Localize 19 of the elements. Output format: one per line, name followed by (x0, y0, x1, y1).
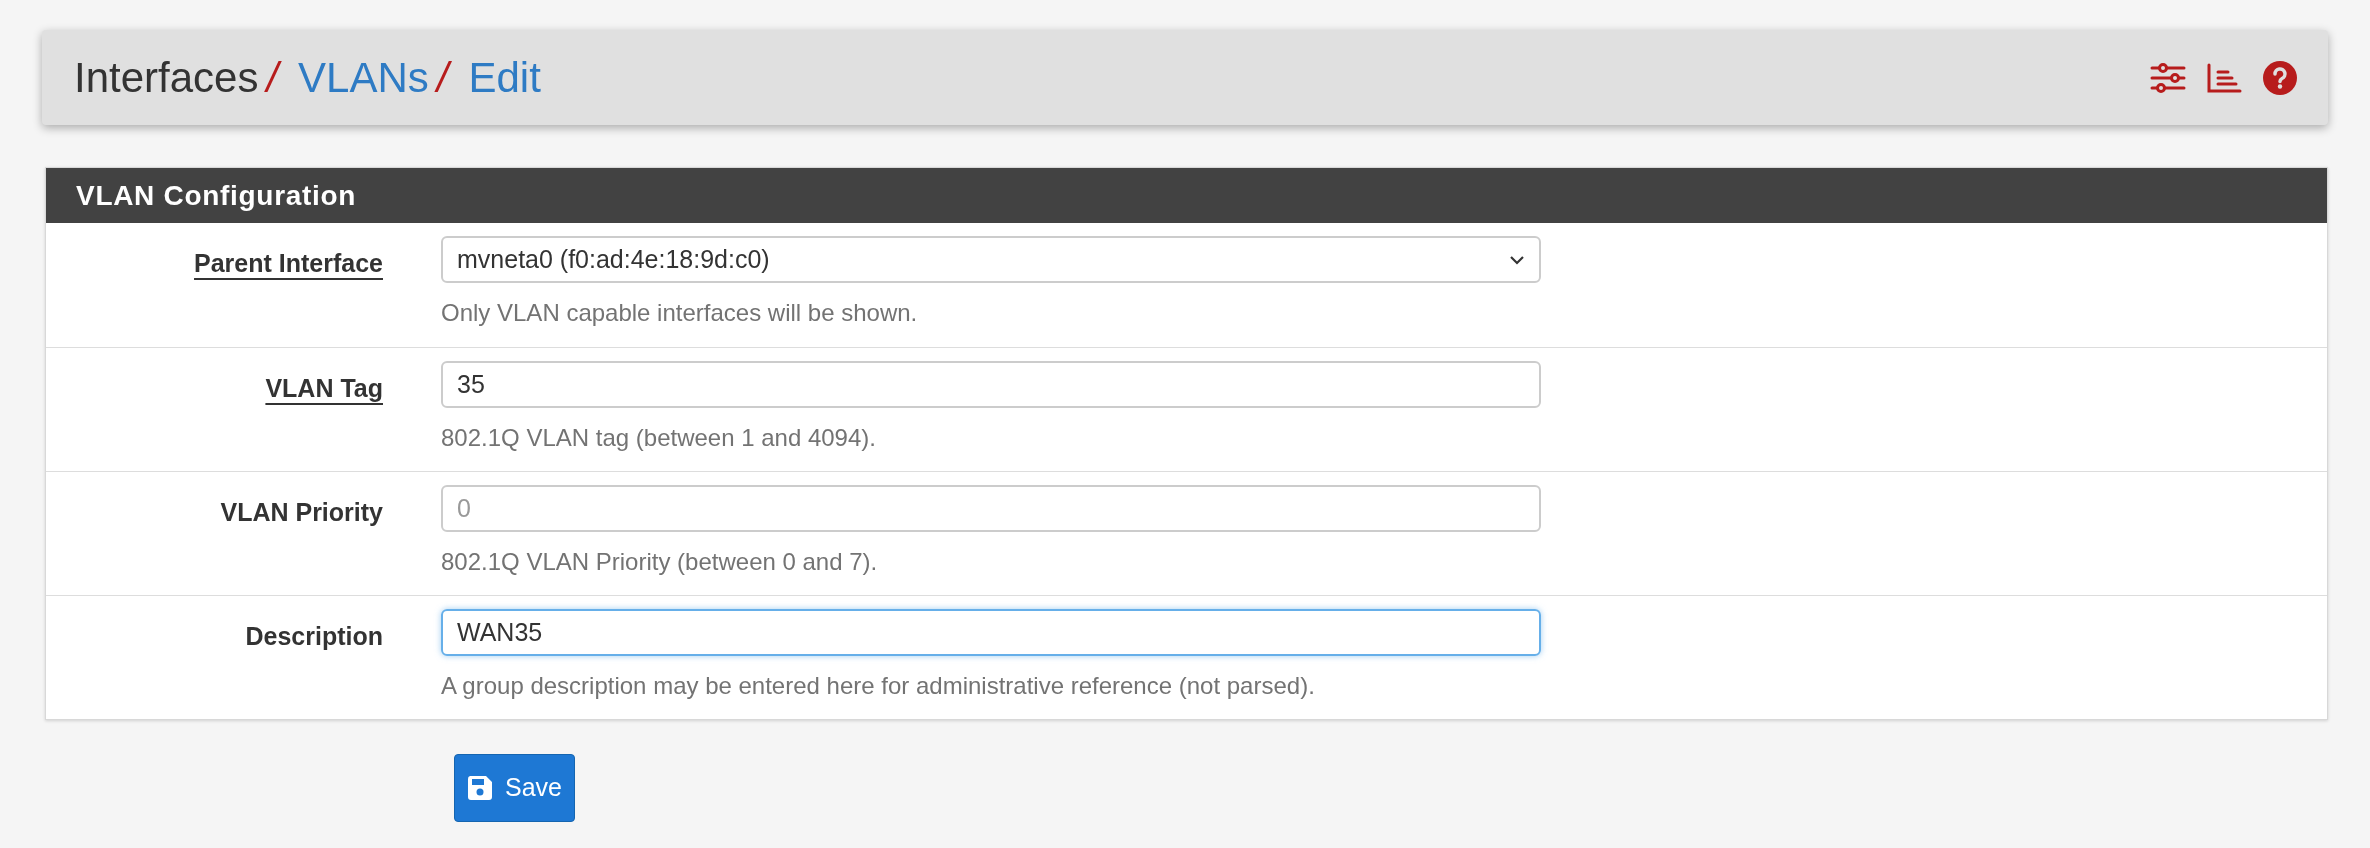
help-text: Only VLAN capable interfaces will be shown. (441, 298, 919, 328)
list-chart-icon[interactable] (2206, 61, 2242, 94)
panel-title: VLAN Configuration (46, 168, 2327, 223)
sliders-icon[interactable] (2150, 61, 2186, 94)
chevron-down-icon (1509, 254, 1525, 265)
input-field[interactable]: WAN35 (441, 609, 1541, 656)
help-icon[interactable] (2262, 59, 2298, 96)
help-text: 802.1Q VLAN tag (between 1 and 4094). (441, 423, 877, 453)
field-label: Description (245, 621, 383, 652)
help-text: A group description may be entered here for administrative reference (not parsed). (441, 671, 1316, 701)
select-field[interactable]: mvneta0 (f0:ad:4e:18:9d:c0) (441, 236, 1541, 283)
breadcrumb-text: Interfaces (74, 53, 259, 103)
input-field[interactable]: 0 (441, 485, 1541, 532)
input-field[interactable]: 35 (441, 361, 1541, 408)
field-label: VLAN Priority (220, 497, 383, 528)
field-label: VLAN Tag (265, 373, 383, 404)
field-label: Parent Interface (194, 248, 383, 279)
help-text: 802.1Q VLAN Priority (between 0 and 7). (441, 547, 879, 577)
save-button[interactable]: Save (454, 754, 575, 822)
